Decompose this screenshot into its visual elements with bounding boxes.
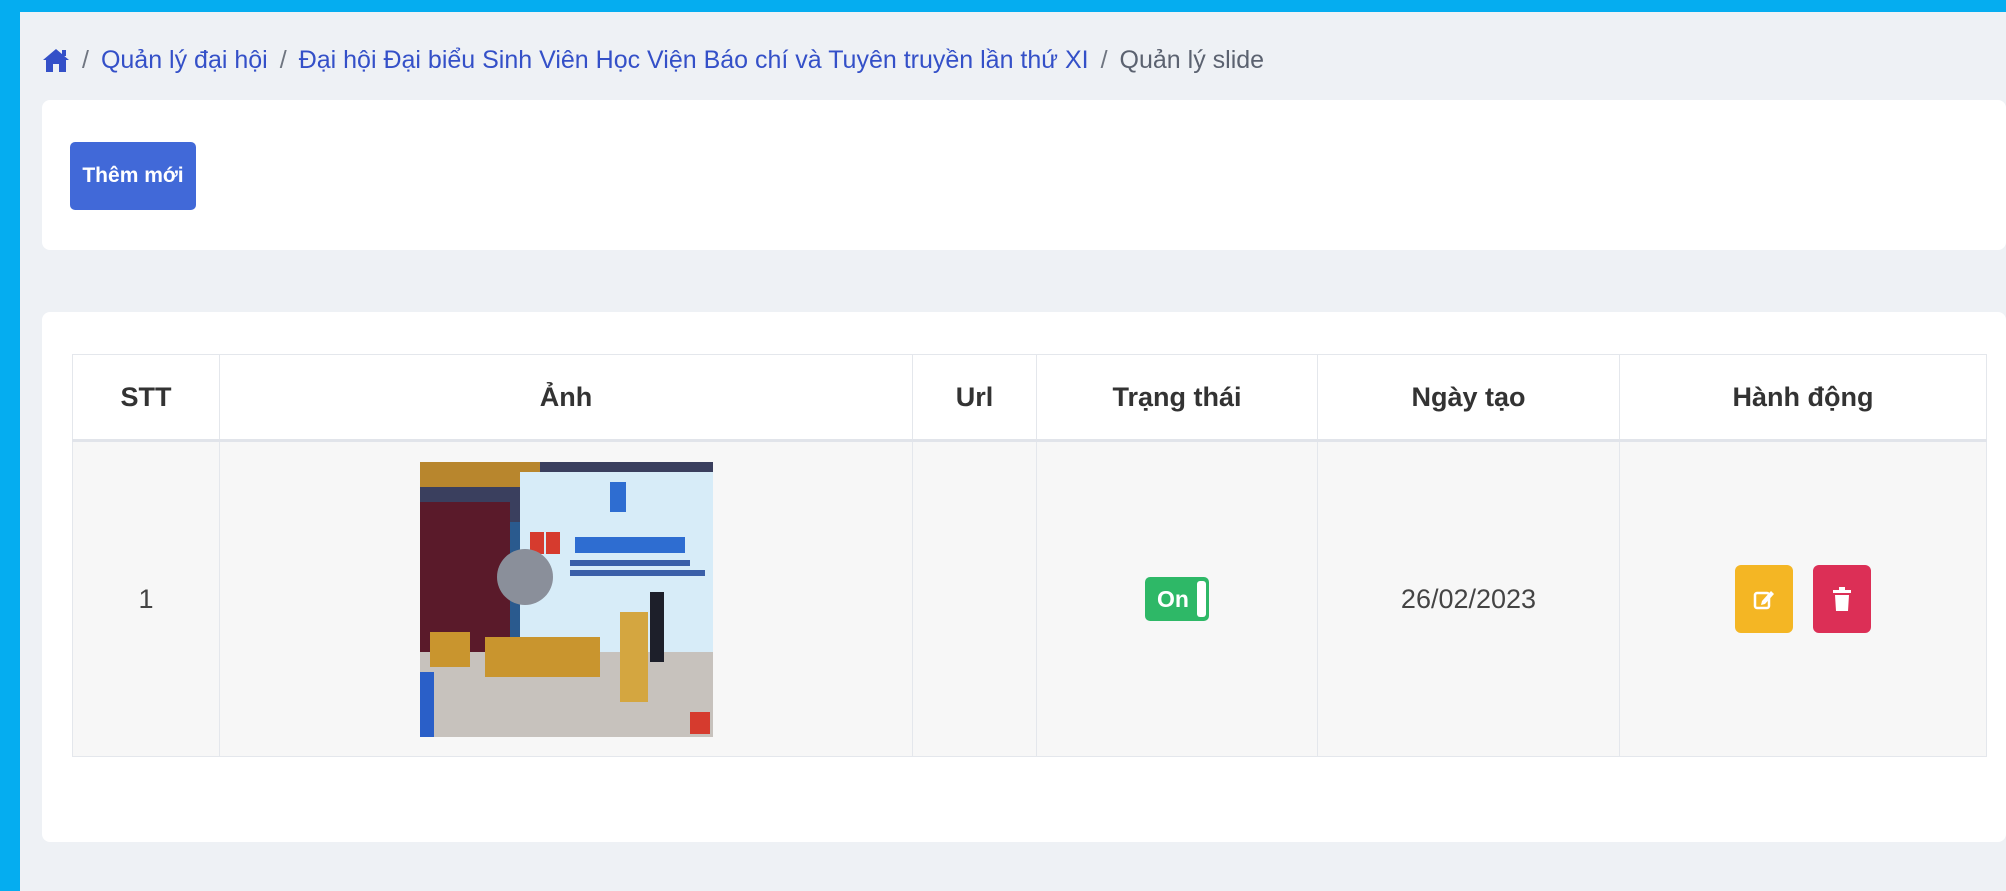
content-frame: / Quản lý đại hội / Đại hội Đại biểu Sin… [20,12,2006,891]
table-row: 1 On 26/02/2023 [72,440,1987,757]
slides-table: STT Ảnh Url Trạng thái Ngày tạo Hành độn… [72,354,1987,757]
status-toggle[interactable]: On [1145,577,1209,621]
cell-created-date: 26/02/2023 [1317,440,1620,757]
edit-icon [1753,591,1775,610]
cell-status: On [1036,440,1318,757]
column-header-stt[interactable]: STT [72,354,220,442]
cell-actions [1619,440,1987,757]
cell-stt: 1 [72,440,220,757]
cell-image [219,440,913,757]
add-new-button[interactable]: Thêm mới [70,142,196,210]
status-toggle-label: On [1157,586,1189,612]
edit-button[interactable] [1735,565,1794,633]
column-header-created-date[interactable]: Ngày tạo [1317,354,1620,442]
cell-url [912,440,1037,757]
table-header-row: STT Ảnh Url Trạng thái Ngày tạo Hành độn… [72,354,1987,442]
toolbar-card: Thêm mới [42,100,2006,250]
slide-image-thumbnail[interactable] [419,461,713,737]
breadcrumb-congress-management[interactable]: Quản lý đại hội [101,46,268,75]
slides-table-card: STT Ảnh Url Trạng thái Ngày tạo Hành độn… [42,312,2006,842]
column-header-url[interactable]: Url [912,354,1037,442]
breadcrumb-separator: / [279,45,287,74]
breadcrumb-separator: / [1100,45,1108,74]
column-header-image[interactable]: Ảnh [219,354,913,442]
column-header-status[interactable]: Trạng thái [1036,354,1318,442]
breadcrumb-separator: / [82,45,89,74]
delete-button[interactable] [1812,565,1871,633]
toggle-knob [1197,581,1206,617]
home-icon[interactable] [42,47,70,73]
breadcrumb-congress-name[interactable]: Đại hội Đại biểu Sinh Viên Học Viện Báo … [299,46,1089,75]
breadcrumb: / Quản lý đại hội / Đại hội Đại biểu Sin… [42,32,1264,88]
breadcrumb-current: Quản lý slide [1119,45,1265,74]
column-header-actions: Hành động [1619,354,1987,442]
trash-icon [1832,587,1851,611]
